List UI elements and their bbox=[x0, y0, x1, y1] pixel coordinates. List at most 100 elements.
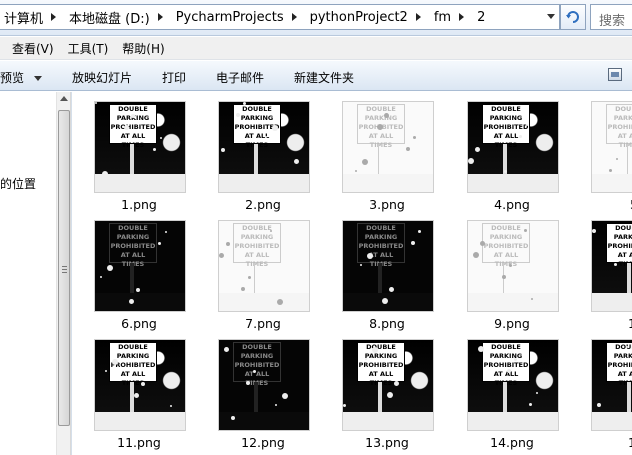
file-item[interactable]: DOUBLEPARKINGPROHIBITEDAT ALL TIMES 3.png bbox=[332, 92, 442, 212]
sign-text-line: PARKING bbox=[240, 352, 274, 360]
file-name-label[interactable]: 11.png bbox=[84, 435, 194, 450]
file-item[interactable]: DOUBLEPARKINGPROHIBITEDAT ALL TIMES 13.pn… bbox=[332, 330, 442, 450]
new-folder-button[interactable]: 新建文件夹 bbox=[294, 69, 354, 86]
file-name-label[interactable]: 14.png bbox=[457, 435, 567, 450]
breadcrumb-pycharmprojects[interactable]: PycharmProjects bbox=[172, 5, 306, 29]
file-name-label[interactable]: 5. bbox=[581, 197, 632, 212]
file-thumbnail[interactable]: DOUBLEPARKINGPROHIBITEDAT ALL TIMES bbox=[467, 220, 559, 312]
thumbnail-sign: DOUBLEPARKINGPROHIBITEDAT ALL TIMES bbox=[606, 342, 632, 387]
file-item[interactable]: DOUBLEPARKINGPROHIBITEDAT ALL TIMES 11.pn… bbox=[84, 330, 194, 450]
file-thumbnail[interactable]: DOUBLEPARKINGPROHIBITEDAT ALL TIMES bbox=[591, 339, 632, 431]
sign-text-line: DOUBLE bbox=[615, 105, 632, 113]
thumbnail-speck bbox=[475, 147, 480, 152]
thumbnail-ground bbox=[343, 293, 433, 311]
thumbnail-speck bbox=[165, 231, 167, 233]
file-item[interactable]: DOUBLEPARKINGPROHIBITEDAT ALL TIMES 8.png bbox=[332, 211, 442, 331]
sign-text-line: DOUBLE bbox=[118, 224, 148, 232]
breadcrumb-pythonproject2[interactable]: pythonProject2 bbox=[306, 5, 430, 29]
thumbnail-speck bbox=[153, 148, 156, 151]
file-item[interactable]: DOUBLEPARKINGPROHIBITEDAT ALL TIMES 15 bbox=[581, 330, 632, 450]
file-item[interactable]: DOUBLEPARKINGPROHIBITEDAT ALL TIMES 14.pn… bbox=[457, 330, 567, 450]
thumbnail-speck bbox=[609, 169, 612, 172]
file-thumbnail[interactable]: DOUBLEPARKINGPROHIBITEDAT ALL TIMES bbox=[94, 101, 186, 193]
file-name-label[interactable]: 9.png bbox=[457, 316, 567, 331]
menu-view[interactable]: 查看(V) bbox=[12, 40, 54, 57]
breadcrumb-drive[interactable]: 本地磁盘 (D:) bbox=[65, 5, 172, 29]
file-name-label[interactable]: 15 bbox=[581, 435, 632, 450]
file-thumbnail[interactable]: DOUBLEPARKINGPROHIBITEDAT ALL TIMES bbox=[591, 101, 632, 193]
file-name-label[interactable]: 12.png bbox=[208, 435, 318, 450]
file-item[interactable]: DOUBLEPARKINGPROHIBITEDAT ALL TIMES 5. bbox=[581, 92, 632, 212]
file-name-label[interactable]: 2.png bbox=[208, 197, 318, 212]
chevron-down-icon[interactable] bbox=[547, 14, 555, 19]
breadcrumb-2[interactable]: 2 bbox=[473, 5, 488, 29]
thumbnail-speck bbox=[170, 405, 172, 407]
file-item[interactable]: DOUBLEPARKINGPROHIBITEDAT ALL TIMES 12.pn… bbox=[208, 330, 318, 450]
file-thumbnail[interactable]: DOUBLEPARKINGPROHIBITEDAT ALL TIMES bbox=[591, 220, 632, 312]
thumbnail-speck bbox=[248, 276, 251, 279]
chevron-right-icon[interactable] bbox=[51, 13, 57, 21]
file-thumbnail[interactable]: DOUBLEPARKINGPROHIBITEDAT ALL TIMES bbox=[342, 339, 434, 431]
chevron-right-icon[interactable] bbox=[291, 13, 297, 21]
sign-text-line: DOUBLE bbox=[491, 343, 521, 351]
thumbnail-speck bbox=[365, 358, 367, 360]
file-item[interactable]: DOUBLEPARKINGPROHIBITEDAT ALL TIMES 2.png bbox=[208, 92, 318, 212]
nav-scrollbar[interactable] bbox=[56, 92, 71, 455]
file-thumbnail[interactable]: DOUBLEPARKINGPROHIBITEDAT ALL TIMES bbox=[342, 101, 434, 193]
file-name-label[interactable]: 7.png bbox=[208, 316, 318, 331]
file-thumbnail[interactable]: DOUBLEPARKINGPROHIBITEDAT ALL TIMES bbox=[94, 339, 186, 431]
thumbnail-sign: DOUBLEPARKINGPROHIBITEDAT ALL TIMES bbox=[357, 342, 405, 387]
thumbnail-speck bbox=[272, 125, 278, 131]
breadcrumb-computer[interactable]: 计算机 bbox=[0, 5, 65, 29]
email-button[interactable]: 电子邮件 bbox=[216, 69, 264, 86]
preview-button[interactable]: 预览 bbox=[0, 69, 43, 86]
scrollbar-thumb[interactable] bbox=[58, 110, 70, 426]
file-item[interactable]: DOUBLEPARKINGPROHIBITEDAT ALL TIMES 4.png bbox=[457, 92, 567, 212]
file-item[interactable]: DOUBLE PARKING PROHIBITED AT ALL TIMES 9.png bbox=[457, 211, 567, 331]
file-item[interactable]: DOUBLE PARKING PROHIBITED AT ALL TIMES 7.png bbox=[208, 211, 318, 331]
thumbnail-speck bbox=[100, 276, 102, 278]
scroll-up-icon[interactable] bbox=[60, 96, 68, 101]
file-thumbnail[interactable]: DOUBLEPARKINGPROHIBITEDAT ALL TIMES bbox=[467, 339, 559, 431]
file-thumbnail[interactable]: DOUBLEPARKINGPROHIBITEDAT ALL TIMES bbox=[94, 220, 186, 312]
file-thumbnail[interactable]: DOUBLEPARKINGPROHIBITEDAT ALL TIMES bbox=[342, 220, 434, 312]
file-item[interactable]: DOUBLEPARKINGPROHIBITEDAT ALL TIMES 6.png bbox=[84, 211, 194, 331]
file-thumbnail[interactable]: DOUBLEPARKINGPROHIBITEDAT ALL TIMES bbox=[218, 220, 310, 312]
thumbnail-speck bbox=[480, 241, 485, 246]
file-thumbnail[interactable]: DOUBLEPARKINGPROHIBITEDAT ALL TIMES bbox=[218, 101, 310, 193]
file-name-label[interactable]: 3.png bbox=[332, 197, 442, 212]
refresh-button[interactable] bbox=[560, 4, 586, 30]
chevron-right-icon[interactable] bbox=[157, 13, 163, 21]
file-thumbnail[interactable]: DOUBLEPARKINGPROHIBITEDAT ALL TIMES bbox=[218, 339, 310, 431]
menu-tools[interactable]: 工具(T) bbox=[68, 40, 109, 57]
file-name-label[interactable]: 8.png bbox=[332, 316, 442, 331]
thumbnail-sign: DOUBLEPARKINGPROHIBITEDAT ALL TIMES bbox=[482, 223, 530, 268]
slideshow-button[interactable]: 放映幻灯片 bbox=[72, 69, 132, 86]
sign-text-line: PARKING bbox=[489, 352, 523, 360]
file-name-label[interactable]: 1.png bbox=[84, 197, 194, 212]
sign-text-line: PROHIBITED bbox=[358, 361, 404, 369]
chevron-down-icon bbox=[34, 76, 43, 81]
file-thumbnail[interactable]: DOUBLEPARKINGPROHIBITEDAT ALL TIMES bbox=[467, 101, 559, 193]
sign-text-line: PARKING bbox=[240, 233, 274, 241]
chevron-right-icon[interactable] bbox=[459, 13, 465, 21]
file-name-label[interactable]: 10 bbox=[581, 316, 632, 331]
print-button[interactable]: 打印 bbox=[162, 69, 186, 86]
file-name-label[interactable]: 4.png bbox=[457, 197, 567, 212]
change-view-icon[interactable] bbox=[608, 68, 622, 81]
file-item[interactable]: DOUBLEPARKINGPROHIBITEDAT ALL TIMES 1.png bbox=[84, 92, 194, 212]
menu-help[interactable]: 帮助(H) bbox=[122, 40, 164, 57]
search-input[interactable]: 搜索 bbox=[590, 4, 632, 30]
thumbnail-sign: DOUBLEPARKINGPROHIBITEDAT ALL TIMES bbox=[606, 104, 632, 149]
nav-item-recent-places[interactable]: 的位置 bbox=[0, 175, 36, 192]
thumbnail-ground bbox=[592, 412, 632, 430]
address-bar[interactable]: 计算机 本地磁盘 (D:) PycharmProjects pythonProj… bbox=[0, 4, 560, 30]
file-name-label[interactable]: 13.png bbox=[332, 435, 442, 450]
sign-text-line: AT ALL TIMES bbox=[368, 132, 394, 149]
chevron-right-icon[interactable] bbox=[415, 13, 421, 21]
sign-text-line: PARKING bbox=[364, 233, 398, 241]
file-name-label[interactable]: 6.png bbox=[84, 316, 194, 331]
sign-text-line: DOUBLE bbox=[491, 224, 521, 232]
breadcrumb-fm[interactable]: fm bbox=[430, 5, 473, 29]
file-item[interactable]: DOUBLEPARKINGPROHIBITEDAT ALL TIMES 10 bbox=[581, 211, 632, 331]
